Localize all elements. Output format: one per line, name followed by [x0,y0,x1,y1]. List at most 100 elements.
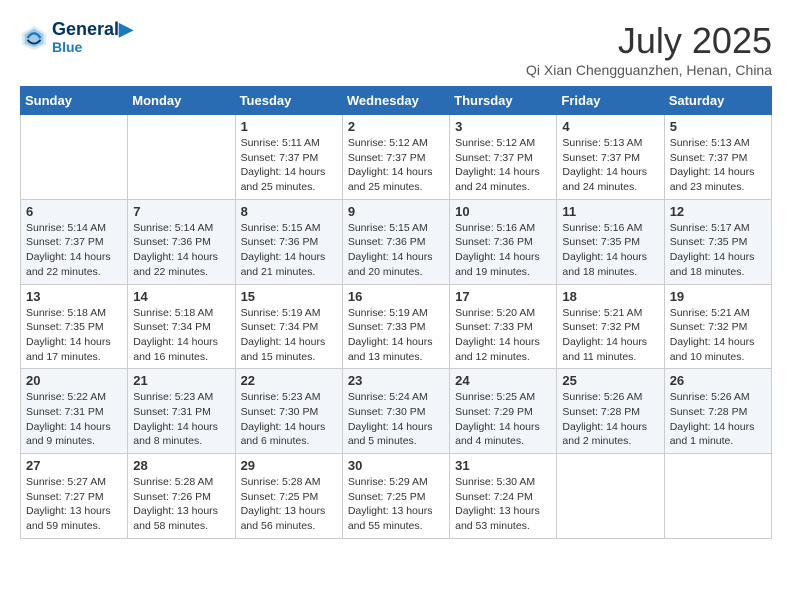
logo-icon [20,24,48,52]
header-day-monday: Monday [128,87,235,115]
day-number: 23 [348,373,444,388]
day-cell [557,454,664,539]
day-cell: 6 Sunrise: 5:14 AMSunset: 7:37 PMDaylight… [21,199,128,284]
day-number: 7 [133,204,229,219]
day-number: 22 [241,373,337,388]
header-day-friday: Friday [557,87,664,115]
day-number: 21 [133,373,229,388]
day-number: 4 [562,119,658,134]
day-cell: 1 Sunrise: 5:11 AMSunset: 7:37 PMDaylight… [235,115,342,200]
month-title: July 2025 [526,20,772,62]
header-day-tuesday: Tuesday [235,87,342,115]
day-info: Sunrise: 5:27 AMSunset: 7:27 PMDaylight:… [26,475,122,534]
day-number: 17 [455,289,551,304]
day-number: 26 [670,373,766,388]
title-block: July 2025 Qi Xian Chengguanzhen, Henan, … [526,20,772,78]
day-number: 24 [455,373,551,388]
day-number: 9 [348,204,444,219]
day-info: Sunrise: 5:16 AMSunset: 7:36 PMDaylight:… [455,221,551,280]
day-info: Sunrise: 5:28 AMSunset: 7:25 PMDaylight:… [241,475,337,534]
day-cell: 22 Sunrise: 5:23 AMSunset: 7:30 PMDayligh… [235,369,342,454]
day-info: Sunrise: 5:28 AMSunset: 7:26 PMDaylight:… [133,475,229,534]
day-info: Sunrise: 5:19 AMSunset: 7:34 PMDaylight:… [241,306,337,365]
day-cell: 15 Sunrise: 5:19 AMSunset: 7:34 PMDayligh… [235,284,342,369]
day-number: 10 [455,204,551,219]
day-number: 20 [26,373,122,388]
day-number: 18 [562,289,658,304]
day-cell: 4 Sunrise: 5:13 AMSunset: 7:37 PMDaylight… [557,115,664,200]
week-row-4: 20 Sunrise: 5:22 AMSunset: 7:31 PMDayligh… [21,369,772,454]
day-number: 30 [348,458,444,473]
day-cell: 19Sunrise: 5:21 AMSunset: 7:32 PMDayligh… [664,284,771,369]
day-cell: 28 Sunrise: 5:28 AMSunset: 7:26 PMDayligh… [128,454,235,539]
day-cell: 26 Sunrise: 5:26 AMSunset: 7:28 PMDayligh… [664,369,771,454]
day-number: 31 [455,458,551,473]
day-number: 12 [670,204,766,219]
day-info: Sunrise: 5:23 AMSunset: 7:30 PMDaylight:… [241,390,337,449]
day-info: Sunrise: 5:15 AMSunset: 7:36 PMDaylight:… [241,221,337,280]
day-number: 29 [241,458,337,473]
day-info: Sunrise: 5:21 AMSunset: 7:32 PMDaylight:… [562,306,658,365]
header-day-sunday: Sunday [21,87,128,115]
day-number: 28 [133,458,229,473]
day-number: 5 [670,119,766,134]
day-info: Sunrise: 5:26 AMSunset: 7:28 PMDaylight:… [670,390,766,449]
day-cell: 23 Sunrise: 5:24 AMSunset: 7:30 PMDayligh… [342,369,449,454]
day-info: Sunrise: 5:26 AMSunset: 7:28 PMDaylight:… [562,390,658,449]
day-cell: 27 Sunrise: 5:27 AMSunset: 7:27 PMDayligh… [21,454,128,539]
day-cell: 31 Sunrise: 5:30 AMSunset: 7:24 PMDayligh… [450,454,557,539]
day-info: Sunrise: 5:13 AMSunset: 7:37 PMDaylight:… [562,136,658,195]
day-number: 8 [241,204,337,219]
day-number: 11 [562,204,658,219]
day-info: Sunrise: 5:19 AMSunset: 7:33 PMDaylight:… [348,306,444,365]
day-cell: 11 Sunrise: 5:16 AMSunset: 7:35 PMDayligh… [557,199,664,284]
day-info: Sunrise: 5:13 AMSunset: 7:37 PMDaylight:… [670,136,766,195]
day-info: Sunrise: 5:14 AMSunset: 7:36 PMDaylight:… [133,221,229,280]
day-number: 3 [455,119,551,134]
day-cell: 29 Sunrise: 5:28 AMSunset: 7:25 PMDayligh… [235,454,342,539]
day-info: Sunrise: 5:30 AMSunset: 7:24 PMDaylight:… [455,475,551,534]
day-info: Sunrise: 5:16 AMSunset: 7:35 PMDaylight:… [562,221,658,280]
day-cell: 18 Sunrise: 5:21 AMSunset: 7:32 PMDayligh… [557,284,664,369]
day-cell: 5 Sunrise: 5:13 AMSunset: 7:37 PMDaylight… [664,115,771,200]
day-cell: 10 Sunrise: 5:16 AMSunset: 7:36 PMDayligh… [450,199,557,284]
day-cell: 30 Sunrise: 5:29 AMSunset: 7:25 PMDayligh… [342,454,449,539]
day-info: Sunrise: 5:25 AMSunset: 7:29 PMDaylight:… [455,390,551,449]
header-day-thursday: Thursday [450,87,557,115]
week-row-3: 13Sunrise: 5:18 AMSunset: 7:35 PMDayligh… [21,284,772,369]
day-cell: 14Sunrise: 5:18 AMSunset: 7:34 PMDayligh… [128,284,235,369]
day-info: Sunrise: 5:11 AMSunset: 7:37 PMDaylight:… [241,136,337,195]
day-info: Sunrise: 5:20 AMSunset: 7:33 PMDaylight:… [455,306,551,365]
day-info: Sunrise: 5:29 AMSunset: 7:25 PMDaylight:… [348,475,444,534]
day-cell: 8 Sunrise: 5:15 AMSunset: 7:36 PMDaylight… [235,199,342,284]
day-number: 19 [670,289,766,304]
day-cell: 13Sunrise: 5:18 AMSunset: 7:35 PMDayligh… [21,284,128,369]
day-info: Sunrise: 5:15 AMSunset: 7:36 PMDaylight:… [348,221,444,280]
day-info: Sunrise: 5:14 AMSunset: 7:37 PMDaylight:… [26,221,122,280]
day-cell: 16Sunrise: 5:19 AMSunset: 7:33 PMDayligh… [342,284,449,369]
day-info: Sunrise: 5:17 AMSunset: 7:35 PMDaylight:… [670,221,766,280]
day-cell: 7 Sunrise: 5:14 AMSunset: 7:36 PMDaylight… [128,199,235,284]
day-number: 15 [241,289,337,304]
day-number: 1 [241,119,337,134]
calendar-table: SundayMondayTuesdayWednesdayThursdayFrid… [20,86,772,539]
day-cell [21,115,128,200]
day-number: 2 [348,119,444,134]
day-info: Sunrise: 5:22 AMSunset: 7:31 PMDaylight:… [26,390,122,449]
week-row-2: 6 Sunrise: 5:14 AMSunset: 7:37 PMDaylight… [21,199,772,284]
day-number: 27 [26,458,122,473]
day-cell: 3Sunrise: 5:12 AMSunset: 7:37 PMDaylight… [450,115,557,200]
day-cell: 9 Sunrise: 5:15 AMSunset: 7:36 PMDaylight… [342,199,449,284]
day-info: Sunrise: 5:24 AMSunset: 7:30 PMDaylight:… [348,390,444,449]
day-info: Sunrise: 5:18 AMSunset: 7:34 PMDaylight:… [133,306,229,365]
location: Qi Xian Chengguanzhen, Henan, China [526,62,772,78]
day-number: 6 [26,204,122,219]
day-cell [664,454,771,539]
logo: General▶ Blue [20,20,133,55]
day-cell: 2 Sunrise: 5:12 AMSunset: 7:37 PMDaylight… [342,115,449,200]
day-cell: 21Sunrise: 5:23 AMSunset: 7:31 PMDayligh… [128,369,235,454]
day-cell: 12 Sunrise: 5:17 AMSunset: 7:35 PMDayligh… [664,199,771,284]
day-cell: 17 Sunrise: 5:20 AMSunset: 7:33 PMDayligh… [450,284,557,369]
week-row-5: 27 Sunrise: 5:27 AMSunset: 7:27 PMDayligh… [21,454,772,539]
day-info: Sunrise: 5:12 AMSunset: 7:37 PMDaylight:… [348,136,444,195]
